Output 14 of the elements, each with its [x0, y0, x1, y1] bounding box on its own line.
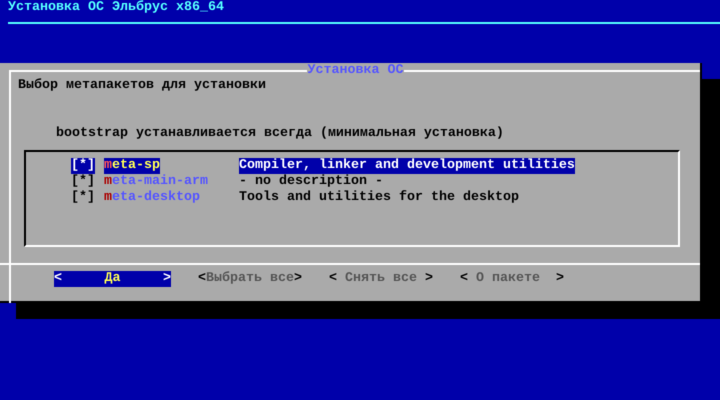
checkbox-mark[interactable]: [*] — [71, 174, 95, 190]
checkbox-mark[interactable]: [*] — [71, 158, 95, 174]
dialog-button[interactable]: <Выбрать все> — [198, 271, 302, 287]
dialog-button[interactable]: < Да > — [54, 271, 171, 287]
package-description: Tools and utilities for the desktop — [239, 190, 519, 206]
dialog-button[interactable]: < О пакете > — [460, 271, 564, 287]
package-description: - no description - — [239, 174, 383, 190]
note-text: bootstrap устанавливается всегда (минимальная установка) — [55, 125, 505, 142]
prompt-text: Выбор метапакетов для установки — [17, 77, 267, 94]
screen-title: Установка ОС Эльбрус x86_64 — [7, 0, 225, 16]
package-name[interactable]: meta-sp — [104, 158, 160, 174]
package-description: Compiler, linker and development utilities — [239, 158, 575, 174]
dialog-button[interactable]: < Снять все > — [328, 271, 433, 287]
checkbox-mark[interactable]: [*] — [71, 190, 95, 206]
